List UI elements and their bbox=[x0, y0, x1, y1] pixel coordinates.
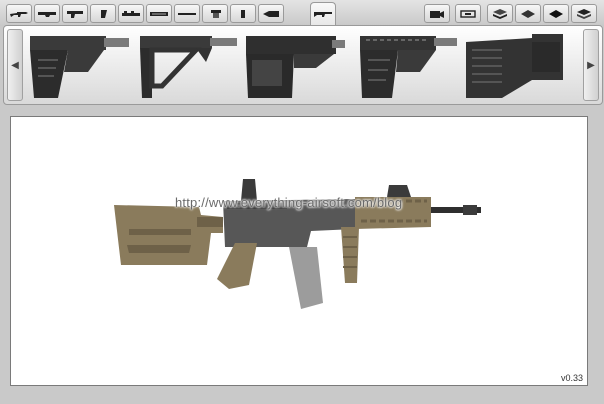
m4-stock-icon bbox=[28, 32, 131, 98]
tab-barrel[interactable] bbox=[174, 4, 200, 23]
magazine-icon bbox=[205, 9, 225, 19]
tab-grip[interactable] bbox=[90, 4, 116, 23]
parts-tray: ◀ ▶ bbox=[3, 25, 603, 105]
layer-all-button[interactable] bbox=[571, 4, 597, 23]
skeleton-stock-icon bbox=[136, 32, 239, 98]
part-sniper-stock[interactable] bbox=[462, 32, 565, 98]
part-skeleton-stock[interactable] bbox=[136, 32, 239, 98]
tray-scroll-left[interactable]: ◀ bbox=[7, 29, 23, 101]
rifle-stock[interactable] bbox=[114, 205, 223, 265]
chevron-left-icon: ◀ bbox=[11, 59, 19, 71]
stock-icon bbox=[313, 9, 333, 19]
build-canvas[interactable]: http://www.everything-airsoft.com/blog v… bbox=[10, 116, 588, 386]
layer-all-icon bbox=[576, 8, 592, 20]
upper-receiver[interactable] bbox=[223, 179, 355, 247]
fit-view-button[interactable] bbox=[455, 4, 481, 23]
part-crane-stock[interactable] bbox=[244, 32, 347, 98]
tab-rail[interactable] bbox=[118, 4, 144, 23]
layer-filled-icon bbox=[548, 8, 564, 20]
crane-stock-icon bbox=[244, 32, 347, 98]
grip-icon bbox=[93, 9, 113, 19]
rifle-icon bbox=[9, 9, 29, 19]
part-m4-stock[interactable] bbox=[28, 32, 131, 98]
tab-handguard[interactable] bbox=[146, 4, 172, 23]
tab-stock[interactable] bbox=[310, 2, 336, 25]
watermark-text: http://www.everything-airsoft.com/blog bbox=[175, 195, 403, 210]
tab-sling[interactable] bbox=[230, 4, 256, 23]
ctr-stock-icon bbox=[356, 32, 459, 98]
tray-scroll-right[interactable]: ▶ bbox=[583, 29, 599, 101]
sniper-stock-icon bbox=[462, 32, 565, 98]
muzzle-device-icon bbox=[261, 9, 281, 19]
part-ctr-stock[interactable] bbox=[356, 32, 459, 98]
upper-receiver-icon bbox=[37, 9, 57, 19]
barrel[interactable] bbox=[431, 205, 481, 215]
vertical-foregrip[interactable] bbox=[341, 227, 359, 283]
camera-button[interactable] bbox=[424, 4, 450, 23]
tab-upper[interactable] bbox=[34, 4, 60, 23]
layer-filled-button[interactable] bbox=[543, 4, 569, 23]
handguard-icon bbox=[149, 9, 169, 19]
layer-stack-icon bbox=[492, 8, 508, 20]
fit-view-icon bbox=[460, 9, 476, 19]
sling-icon bbox=[233, 9, 253, 19]
tab-rifle[interactable] bbox=[6, 4, 32, 23]
chevron-right-icon: ▶ bbox=[587, 59, 595, 71]
rifle-preview[interactable] bbox=[11, 117, 587, 385]
rail-mount-icon bbox=[121, 9, 141, 19]
tab-lower[interactable] bbox=[62, 4, 88, 23]
camera-icon bbox=[429, 9, 445, 19]
layer-stack-button[interactable] bbox=[487, 4, 513, 23]
lower-receiver-icon bbox=[65, 9, 85, 19]
pistol-grip[interactable] bbox=[217, 243, 257, 289]
tab-magazine[interactable] bbox=[202, 4, 228, 23]
category-tabbar bbox=[0, 0, 604, 26]
tab-muzzle[interactable] bbox=[258, 4, 284, 23]
layer-diamond-button[interactable] bbox=[515, 4, 541, 23]
layer-diamond-icon bbox=[520, 8, 536, 20]
version-label: v0.33 bbox=[560, 373, 583, 383]
barrel-icon bbox=[177, 9, 197, 19]
magazine[interactable] bbox=[289, 247, 323, 309]
